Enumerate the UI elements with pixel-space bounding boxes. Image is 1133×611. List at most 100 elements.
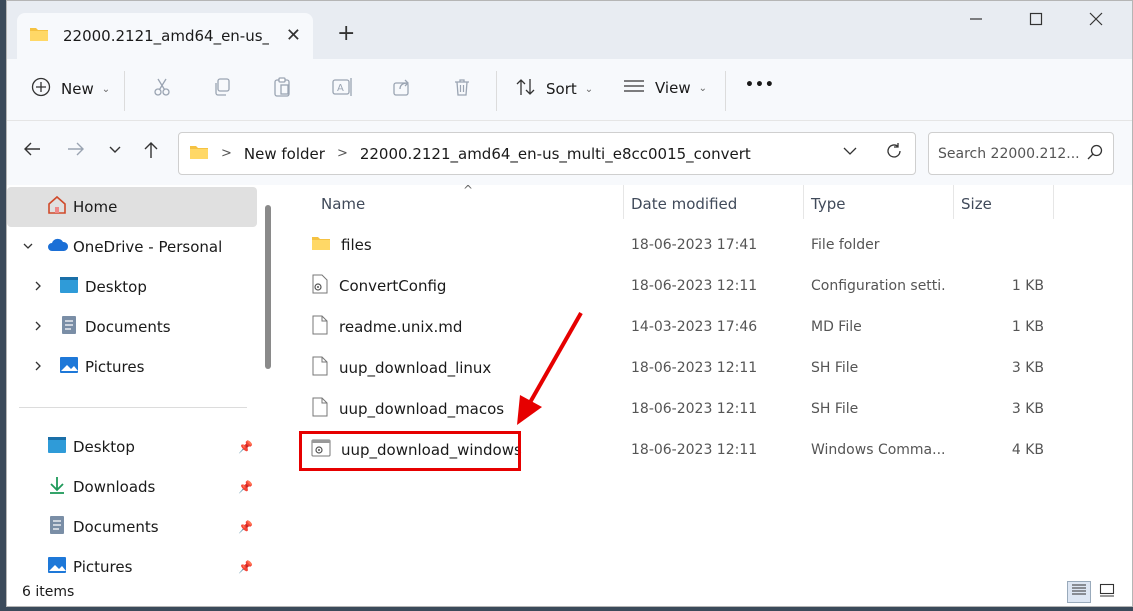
copy-button[interactable] bbox=[212, 77, 232, 101]
address-bar[interactable]: > New folder > 22000.2121_amd64_en-us_mu… bbox=[178, 132, 916, 175]
file-type: Windows Comma... bbox=[811, 442, 945, 458]
close-tab-icon[interactable]: ✕ bbox=[286, 25, 301, 46]
scissors-icon bbox=[152, 77, 172, 101]
paste-button[interactable] bbox=[272, 77, 292, 101]
sidebar-item-onedrive-desktop[interactable]: Desktop bbox=[7, 267, 257, 307]
quick-access-desktop[interactable]: Desktop 📌 bbox=[7, 427, 257, 467]
pin-icon[interactable]: 📌 bbox=[238, 440, 253, 454]
column-header-type[interactable]: Type bbox=[811, 195, 845, 213]
chevron-right-icon[interactable] bbox=[31, 360, 45, 375]
documents-icon bbox=[47, 515, 67, 539]
share-button[interactable] bbox=[392, 77, 412, 101]
more-options-button[interactable]: ••• bbox=[745, 77, 775, 93]
sidebar-item-label: Documents bbox=[73, 518, 159, 536]
sidebar-item-label: Downloads bbox=[73, 478, 156, 496]
desktop-icon bbox=[59, 276, 79, 298]
paste-icon bbox=[272, 77, 292, 101]
view-button[interactable]: View ⌄ bbox=[623, 77, 707, 99]
item-count: 6 items bbox=[22, 584, 75, 600]
downloads-icon bbox=[47, 475, 67, 499]
search-placeholder: Search 22000.212... bbox=[938, 145, 1080, 162]
pictures-icon bbox=[59, 355, 79, 379]
column-header-size[interactable]: Size bbox=[961, 195, 992, 213]
chevron-right-icon[interactable] bbox=[31, 320, 45, 335]
sidebar-item-onedrive-pictures[interactable]: Pictures bbox=[7, 347, 257, 387]
forward-icon[interactable] bbox=[67, 141, 85, 162]
status-bar: 6 items bbox=[7, 578, 1132, 606]
file-date: 18-06-2023 12:11 bbox=[631, 360, 758, 376]
pin-icon[interactable]: 📌 bbox=[238, 560, 253, 574]
share-icon bbox=[392, 77, 412, 101]
cut-button[interactable] bbox=[152, 77, 172, 101]
file-size: 1 KB bbox=[1011, 278, 1044, 294]
column-divider bbox=[803, 185, 804, 219]
delete-button[interactable] bbox=[452, 77, 472, 101]
pictures-icon bbox=[47, 555, 67, 579]
column-divider bbox=[1053, 185, 1054, 219]
file-size: 4 KB bbox=[1011, 442, 1044, 458]
navigation-row: > New folder > 22000.2121_amd64_en-us_mu… bbox=[7, 121, 1132, 185]
rename-button[interactable]: A bbox=[332, 77, 354, 101]
file-date: 14-03-2023 17:46 bbox=[631, 319, 758, 335]
search-input[interactable]: Search 22000.212... bbox=[928, 132, 1114, 175]
breadcrumb-chevron-icon: > bbox=[336, 146, 348, 161]
file-type: MD File bbox=[811, 319, 862, 335]
command-bar: New ⌄ A Sort ⌄ View ⌄ ••• bbox=[7, 59, 1132, 121]
file-type: Configuration setti... bbox=[811, 278, 945, 294]
back-icon[interactable] bbox=[23, 141, 41, 162]
file-date: 18-06-2023 12:11 bbox=[631, 442, 758, 458]
documents-icon bbox=[59, 315, 79, 339]
rename-icon: A bbox=[332, 77, 354, 101]
tab-title: 22000.2121_amd64_en-us_mul bbox=[63, 27, 269, 45]
svg-text:A: A bbox=[337, 83, 344, 94]
quick-access-downloads[interactable]: Downloads 📌 bbox=[7, 467, 257, 507]
sidebar-item-label: Documents bbox=[85, 318, 171, 336]
file-date: 18-06-2023 17:41 bbox=[631, 237, 758, 253]
divider bbox=[124, 71, 125, 111]
view-label: View bbox=[655, 79, 691, 97]
view-list-icon bbox=[623, 77, 645, 99]
close-window-icon[interactable] bbox=[1089, 11, 1103, 30]
minimize-icon[interactable] bbox=[969, 11, 983, 30]
chevron-down-icon[interactable] bbox=[21, 240, 35, 255]
pin-icon[interactable]: 📌 bbox=[238, 520, 253, 534]
sort-button[interactable]: Sort ⌄ bbox=[515, 77, 593, 101]
file-type: SH File bbox=[811, 360, 859, 376]
chevron-right-icon[interactable] bbox=[31, 280, 45, 295]
folder-tab[interactable]: 22000.2121_amd64_en-us_mul ✕ bbox=[17, 13, 313, 59]
maximize-icon[interactable] bbox=[1029, 11, 1043, 30]
sidebar-divider bbox=[19, 407, 247, 408]
up-icon[interactable] bbox=[143, 141, 159, 164]
tiles-view-icon bbox=[1099, 583, 1115, 601]
new-button[interactable]: New ⌄ bbox=[31, 77, 110, 101]
sidebar-item-home[interactable]: Home bbox=[7, 187, 257, 227]
recent-locations-icon[interactable] bbox=[108, 141, 122, 162]
folder-icon bbox=[189, 144, 209, 164]
desktop-icon bbox=[47, 436, 67, 458]
sidebar-item-label: Pictures bbox=[73, 558, 133, 576]
sidebar-item-label: Desktop bbox=[73, 438, 135, 456]
pin-icon[interactable]: 📌 bbox=[238, 480, 253, 494]
sidebar-item-onedrive-documents[interactable]: Documents bbox=[7, 307, 257, 347]
sort-icon bbox=[515, 77, 537, 101]
sidebar-item-label: OneDrive - Personal bbox=[73, 238, 223, 256]
column-header-date[interactable]: Date modified bbox=[631, 195, 737, 213]
file-size: 1 KB bbox=[1011, 319, 1044, 335]
breadcrumb-current-folder[interactable]: 22000.2121_amd64_en-us_multi_e8cc0015_co… bbox=[360, 145, 751, 163]
sidebar-item-onedrive[interactable]: OneDrive - Personal bbox=[7, 227, 257, 267]
new-tab-button[interactable]: + bbox=[337, 23, 355, 45]
divider bbox=[496, 71, 497, 111]
search-icon[interactable] bbox=[1087, 144, 1103, 164]
file-type: SH File bbox=[811, 401, 859, 417]
chevron-down-icon[interactable] bbox=[843, 144, 857, 162]
refresh-icon[interactable] bbox=[885, 142, 903, 165]
details-view-button[interactable] bbox=[1067, 581, 1091, 603]
quick-access-documents[interactable]: Documents 📌 bbox=[7, 507, 257, 547]
column-divider bbox=[623, 185, 624, 219]
large-icons-view-button[interactable] bbox=[1095, 581, 1119, 603]
main-content: Home OneDrive - Personal Desktop Documen… bbox=[7, 183, 1132, 579]
breadcrumb-new-folder[interactable]: New folder bbox=[244, 145, 325, 163]
breadcrumb-chevron-icon: > bbox=[221, 146, 232, 161]
sidebar-scrollbar[interactable] bbox=[265, 205, 271, 369]
file-type: File folder bbox=[811, 237, 880, 253]
